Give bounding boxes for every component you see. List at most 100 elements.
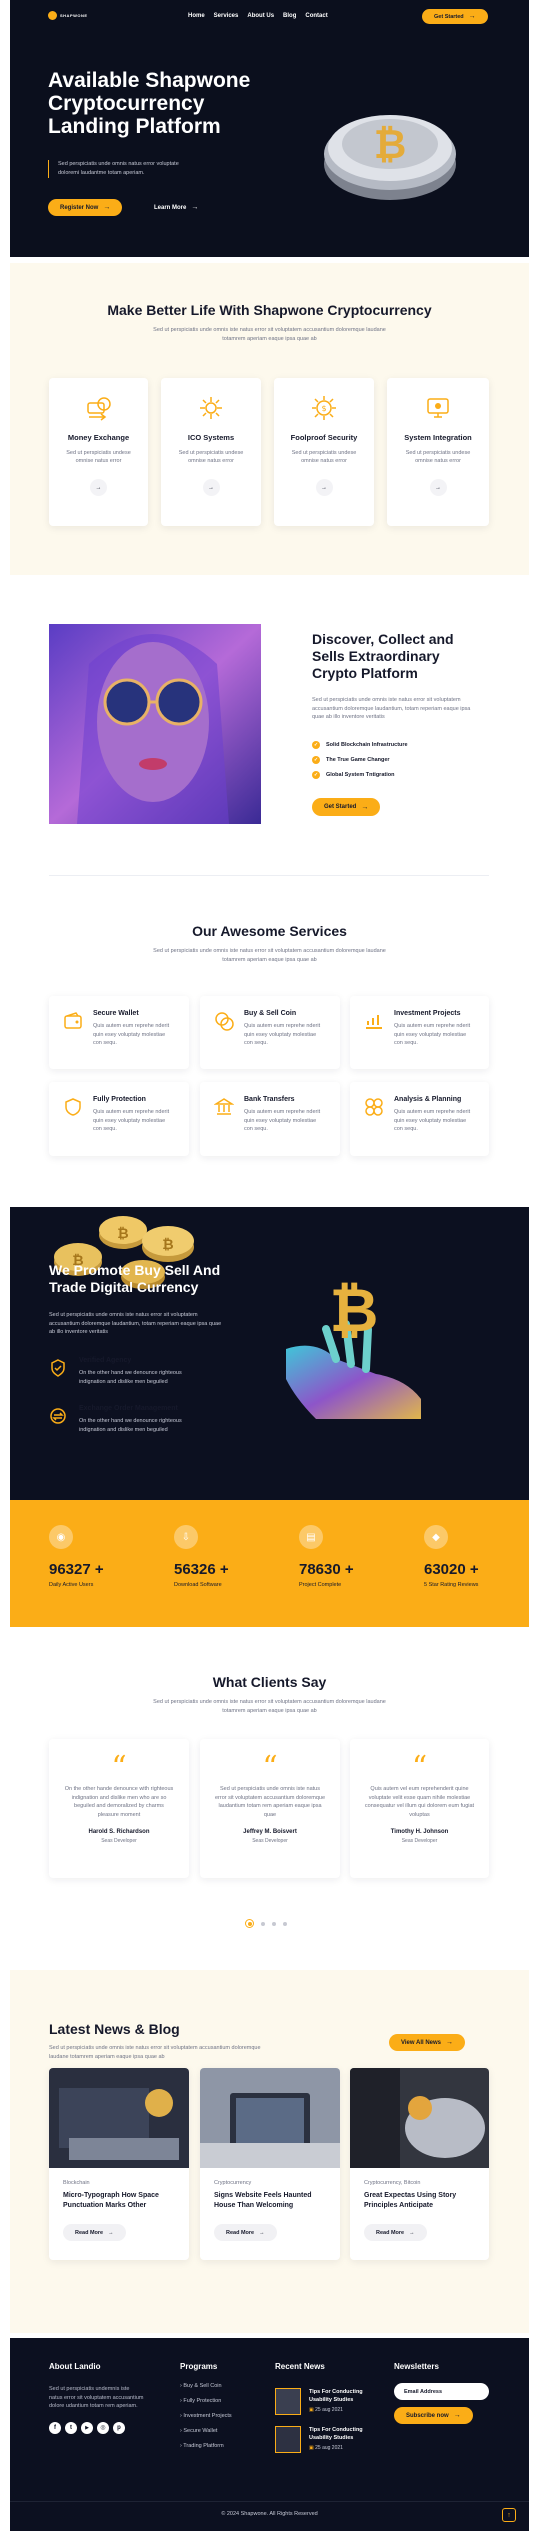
nav-contact[interactable]: Contact [305,13,327,19]
foolproof-security-icon: $ [312,396,336,420]
view-all-news-button[interactable]: View All News → [389,2034,466,2051]
service-card[interactable]: Secure Wallet Quis autem eum reprehe nde… [49,996,189,1069]
news-title-line: Principles Anticipate [364,2201,433,2209]
subscribe-button[interactable]: Subscribe now → [394,2407,473,2424]
youtube-icon[interactable]: ▶ [81,2421,93,2434]
recent-news-title-line: Tips For Conducting [309,2427,363,2433]
feature-card[interactable]: System Integration Sed ut perspiciatis u… [387,378,489,526]
social-icons: f t ▶ ◎ p [49,2421,144,2434]
document-icon: ▤ [299,1525,323,1549]
discover-description: Sed ut perspiciatis unde omnis iste natu… [312,697,471,720]
back-to-top-button[interactable]: ↑ [502,2508,516,2522]
nav-blog[interactable]: Blog [283,13,296,19]
footer-programs-list: › Buy & Sell Coin › Fully Protection › I… [180,2383,232,2458]
footer: About Landio Sed ut perspiciatis undemni… [10,2338,529,2531]
wallet-icon [64,1012,82,1029]
testimonials-title: What Clients Say [212,1674,327,1690]
program-label: Trading Platform [183,2443,224,2449]
recent-news-item[interactable]: Tips For Conducting Usability Studies ▣ … [275,2426,385,2456]
news-card[interactable]: Cryptocurrency, Bitcoin Great Expectas U… [350,2068,489,2260]
news-post-title[interactable]: Micro-Typograph How Space Punctuation Ma… [63,2191,159,2210]
service-card[interactable]: Investment Projects Quis autem eum repre… [350,996,489,1069]
feature-card[interactable]: $ Foolproof Security Sed ut perspiciatis… [274,378,374,526]
testimonial-quote: On the other hande denounce with righteo… [64,1786,174,1818]
svg-text:$: $ [321,404,326,413]
feature-arrow-button[interactable]: → [90,479,107,496]
service-title: Fully Protection [93,1096,146,1103]
nav-about[interactable]: About Us [247,13,274,19]
promote-item-desc: On the other hand we denounce righteous … [79,1370,182,1385]
nav-get-started-button[interactable]: Get Started → [422,9,488,24]
instagram-icon[interactable]: ◎ [97,2421,109,2434]
stat-item: ◉ 96327 + Daily Active Users [49,1525,104,1588]
program-label: Investment Projects [183,2413,232,2419]
footer-program-link[interactable]: › Secure Wallet [180,2428,232,2443]
learn-more-button[interactable]: Learn More → [146,199,206,216]
news-card[interactable]: Blockchain Micro-Typograph How Space Pun… [49,2068,189,2260]
investment-projects-icon [366,1015,382,1029]
service-title: Buy & Sell Coin [244,1010,297,1017]
news-card[interactable]: Cryptocurrency Signs Website Feels Haunt… [200,2068,340,2260]
read-more-button[interactable]: Read More → [63,2224,126,2241]
news-post-title[interactable]: Signs Website Feels Haunted House Than W… [214,2191,312,2210]
carousel-dot[interactable] [272,1921,276,1926]
nav-services[interactable]: Services [214,13,239,19]
recent-news-thumbnail [275,2426,301,2453]
news-post-title[interactable]: Great Expectas Using Story Principles An… [364,2191,456,2210]
discover-title: Discover, Collect and Sells Extraordinar… [312,631,454,682]
arrow-right-icon: → [108,2229,114,2236]
service-card[interactable]: Analysis & Planning Quis autem eum repre… [350,1082,489,1156]
check-item: ✓ The True Game Changer [312,752,408,767]
read-more-button[interactable]: Read More → [214,2224,277,2241]
pinterest-icon[interactable]: p [113,2421,125,2434]
check-label: The True Game Changer [326,756,390,763]
site-logo[interactable]: SHAPWONE [48,11,88,20]
email-input[interactable]: Email Address [394,2383,489,2400]
footer-program-link[interactable]: › Fully Protection [180,2398,232,2413]
news-title-line: Punctuation Marks Other [63,2201,147,2209]
service-card[interactable]: Fully Protection Quis autem eum reprehe … [49,1082,189,1156]
footer-program-link[interactable]: › Investment Projects [180,2413,232,2428]
testimonial-card: “ On the other hande denounce with right… [49,1739,189,1878]
service-card[interactable]: Buy & Sell Coin Quis autem eum reprehe n… [200,996,340,1069]
ico-systems-icon [200,397,222,419]
register-now-button[interactable]: Register Now → [48,199,123,216]
program-label: Buy & Sell Coin [183,2383,222,2389]
quote-icon: “ [111,1750,127,1785]
carousel-dot-active[interactable] [245,1919,254,1928]
svg-text:₿: ₿ [162,1237,173,1253]
footer-programs: Programs › Buy & Sell Coin › Fully Prote… [180,2362,232,2458]
check-label: Global System Tntigration [326,771,395,778]
promote-section: ₿ ₿ ₿ We Promote Buy Sell And Trade Digi… [10,1207,529,1500]
check-icon: ✓ [312,755,320,764]
twitter-icon[interactable]: t [65,2421,77,2434]
discover-checklist: ✓ Solid Blockchain Infrastructure ✓ The Tr… [312,737,408,782]
testimonial-role: Seas Developer [401,1838,438,1844]
hero-title: Available Shapwone Cryptocurrency Landin… [48,69,308,138]
carousel-dot[interactable] [283,1921,287,1926]
svg-text:₿: ₿ [330,1279,379,1346]
facebook-icon[interactable]: f [49,2421,61,2434]
feature-card[interactable]: ICO Systems Sed ut perspiciatis undese o… [161,378,261,526]
footer-program-link[interactable]: › Trading Platform [180,2443,232,2458]
news-title-line: Micro-Typograph How Space [63,2192,159,2199]
arrow-right-icon: → [103,204,111,211]
service-card[interactable]: Bank Transfers Quis autem eum reprehe nd… [200,1082,340,1156]
logo-text: SHAPWONE [60,13,88,18]
stat-label: Download Software [174,1582,222,1588]
feature-arrow-button[interactable]: → [202,479,220,496]
buy-sell-coin-icon [215,1012,234,1031]
discover-get-started-button[interactable]: Get Started → [312,798,381,816]
stat-value: 63020 + [424,1561,479,1578]
read-more-button[interactable]: Read More → [364,2224,427,2241]
testimonial-quote: Quis autem vel eum reprehenderit quine v… [364,1786,475,1818]
bitcoin-coin-illustration: ₿ [324,115,456,200]
feature-arrow-button[interactable]: → [315,479,333,496]
footer-program-link[interactable]: › Buy & Sell Coin [180,2383,232,2398]
feature-card[interactable]: Money Exchange Sed ut perspiciatis undes… [49,378,148,526]
recent-news-item[interactable]: Tips For Conducting Usability Studies ▣ … [275,2388,385,2418]
feature-arrow-button[interactable]: → [429,479,447,496]
testimonial-name: Jeffrey M. Boisvert [243,1829,297,1835]
nav-home[interactable]: Home [188,13,205,19]
carousel-dot[interactable] [261,1921,265,1926]
